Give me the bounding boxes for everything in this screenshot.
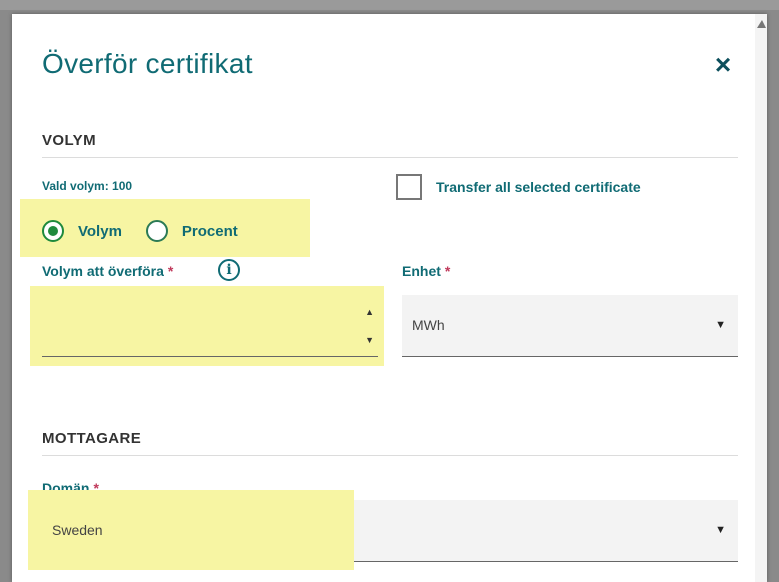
volume-divider [42, 157, 738, 158]
transfer-all-checkbox-row[interactable]: Transfer all selected certificate [396, 174, 641, 200]
amount-input[interactable]: ▲ ▼ [42, 295, 378, 357]
domain-select-value: Sweden [52, 522, 103, 538]
unit-select[interactable]: MWh ▼ [402, 295, 738, 357]
radio-volym-label[interactable]: Volym [78, 223, 122, 240]
transfer-certificate-dialog: Överför certifikat × VOLYM Vald volym: 1… [12, 14, 767, 582]
chevron-down-icon[interactable]: ▼ [715, 524, 726, 536]
spin-down-icon[interactable]: ▼ [365, 335, 374, 345]
background-window-bar [0, 0, 779, 10]
unit-label: Enhet * [402, 263, 450, 279]
unit-required-mark: * [444, 263, 451, 279]
domain-select[interactable]: Sweden ▼ [28, 490, 738, 570]
amount-label-text: Volym att överföra [42, 263, 164, 279]
amount-required-mark: * [167, 263, 174, 279]
radio-procent-label[interactable]: Procent [182, 223, 238, 240]
dialog-title: Överför certifikat [42, 48, 253, 79]
volume-mode-radio-group: Volym Procent [42, 220, 262, 242]
close-icon[interactable]: × [708, 50, 738, 80]
radio-procent[interactable] [145, 220, 168, 242]
dialog-scrollbar[interactable] [755, 14, 767, 582]
unit-select-value: MWh [412, 317, 445, 333]
spin-up-icon[interactable]: ▲ [365, 307, 374, 317]
transfer-all-checkbox[interactable] [396, 174, 422, 200]
scroll-up-icon[interactable] [757, 20, 766, 28]
recipient-section-heading: MOTTAGARE [42, 430, 142, 447]
unit-label-text: Enhet [402, 263, 441, 279]
radio-volym[interactable] [42, 220, 64, 242]
volume-section-heading: VOLYM [42, 132, 96, 149]
chevron-down-icon[interactable]: ▼ [715, 319, 726, 331]
transfer-all-label[interactable]: Transfer all selected certificate [436, 179, 641, 195]
amount-label: Volym att överföra * [42, 263, 173, 279]
selected-volume-text: Vald volym: 100 [42, 179, 133, 193]
recipient-divider [42, 455, 738, 456]
info-icon[interactable]: i [218, 259, 240, 281]
